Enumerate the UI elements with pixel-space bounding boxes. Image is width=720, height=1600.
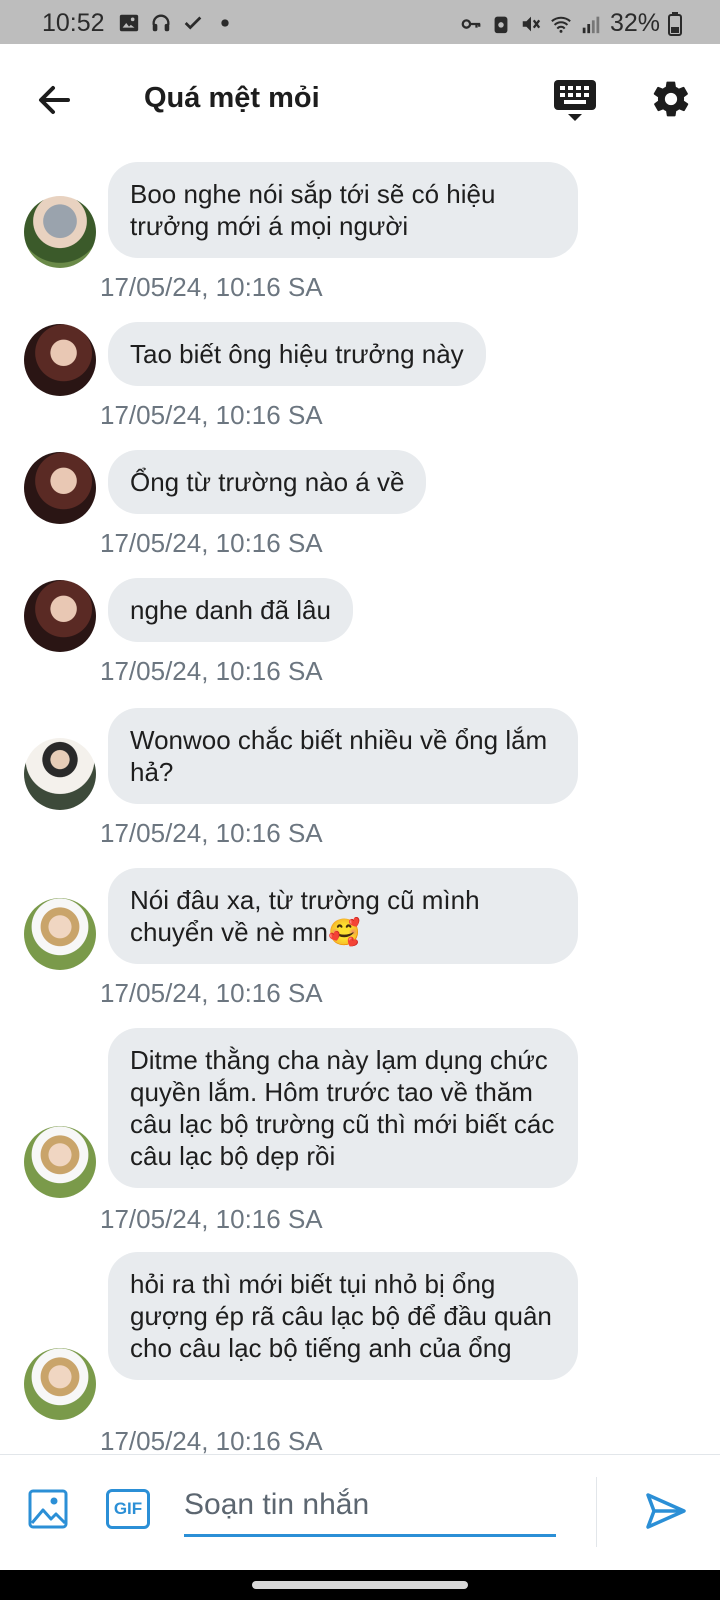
message-bubble: Boo nghe nói sắp tới sẽ có hiệu trưởng m…: [108, 162, 578, 258]
gif-button[interactable]: GIF: [106, 1489, 150, 1529]
message-input[interactable]: [184, 1475, 556, 1537]
lock-icon: [494, 16, 508, 33]
battery-icon: [668, 11, 682, 36]
message-timestamp: 17/05/24, 10:16 SA: [100, 656, 323, 686]
dot-icon: [221, 19, 229, 27]
message-timestamp: 17/05/24, 10:16 SA: [100, 978, 323, 1008]
home-gesture-handle[interactable]: [252, 1581, 468, 1589]
message-timestamp: 17/05/24, 10:16 SA: [100, 272, 323, 302]
message-timestamp: 17/05/24, 10:16 SA: [100, 1204, 323, 1234]
message-bubble: Ổng từ trường nào á về: [108, 450, 427, 514]
conversation-header: Quá mệt mỏi: [0, 44, 720, 156]
avatar[interactable]: [24, 580, 96, 652]
mute-icon: [522, 16, 541, 31]
message-composer: GIF: [0, 1454, 720, 1570]
message-bubble: Wonwoo chắc biết nhiều về ổng lắm hả?: [108, 708, 578, 804]
message-timestamp: 17/05/24, 10:16 SA: [100, 818, 323, 848]
avatar[interactable]: [24, 1348, 96, 1420]
status-time: 10:52: [42, 9, 105, 37]
keyboard-icon[interactable]: [552, 78, 598, 122]
conversation-title: Quá mệt mỏi: [144, 82, 320, 114]
message-bubble: hỏi ra thì mới biết tụi nhỏ bị ổng gượng…: [108, 1252, 578, 1380]
message-timestamp: 17/05/24, 10:16 SA: [100, 1426, 323, 1456]
gear-icon[interactable]: [650, 78, 692, 120]
back-arrow-icon[interactable]: [34, 80, 74, 120]
message-bubble: Tao biết ông hiệu trưởng này: [108, 322, 486, 386]
avatar[interactable]: [24, 452, 96, 524]
avatar[interactable]: [24, 1126, 96, 1198]
headphones-icon: [152, 14, 170, 32]
send-icon[interactable]: [644, 1489, 688, 1533]
message-bubble: Nói đâu xa, từ trường cũ mình chuyển về …: [108, 868, 578, 964]
message-bubble: nghe danh đã lâu: [108, 578, 353, 642]
image-attach-icon[interactable]: [28, 1489, 68, 1529]
composer-divider: [596, 1477, 597, 1547]
message-timestamp: 17/05/24, 10:16 SA: [100, 400, 323, 430]
avatar[interactable]: [24, 898, 96, 970]
status-right-icons: 32%: [460, 9, 682, 38]
status-bar: 10:52 32%: [0, 0, 720, 44]
message-timestamp: 17/05/24, 10:16 SA: [100, 528, 323, 558]
message-bubble: Ditme thằng cha này lạm dụng chức quyền …: [108, 1028, 578, 1188]
signal-icon: [582, 16, 600, 33]
wifi-icon: [551, 16, 571, 33]
avatar[interactable]: [24, 324, 96, 396]
avatar[interactable]: [24, 738, 96, 810]
system-nav-bar: [0, 1570, 720, 1600]
image-icon: [119, 14, 139, 32]
battery-percentage: 32%: [609, 9, 660, 37]
check-icon: [184, 16, 202, 30]
status-left-icons: [118, 12, 236, 34]
key-icon: [461, 18, 481, 29]
avatar[interactable]: [24, 196, 96, 268]
